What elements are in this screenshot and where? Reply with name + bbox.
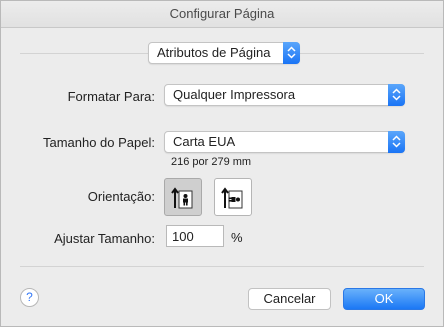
portrait-icon [171,187,193,209]
scale-unit: % [231,230,243,245]
orientation-portrait-button[interactable] [164,178,202,216]
paper-size-popup[interactable]: Carta EUA [164,131,405,153]
paper-dimensions: 216 por 279 mm [171,156,252,168]
paper-size-label: Tamanho do Papel: [42,135,155,150]
orientation-label: Orientação: [87,189,155,204]
settings-popup[interactable]: Atributos de Página [148,42,300,64]
landscape-icon [221,187,243,209]
format-for-popup[interactable]: Qualquer Impressora [164,84,405,106]
settings-popup-value: Atributos de Página [157,45,271,60]
format-for-label: Formatar Para: [67,89,155,104]
window-title: Configurar Página [1,1,443,28]
orientation-landscape-button[interactable] [214,178,252,216]
scale-input[interactable] [166,225,224,247]
format-for-value: Qualquer Impressora [173,87,296,102]
popup-stepper-icon [283,42,300,64]
bottom-separator [20,266,424,267]
page-setup-dialog: Configurar Página Atributos de Página Fo… [0,0,444,327]
popup-stepper-icon [388,84,405,106]
ok-button[interactable]: OK [343,288,425,310]
cancel-button[interactable]: Cancelar [248,288,331,310]
scale-label: Ajustar Tamanho: [54,231,155,246]
help-button[interactable]: ? [20,288,39,307]
popup-stepper-icon [388,131,405,153]
paper-size-value: Carta EUA [173,134,236,149]
